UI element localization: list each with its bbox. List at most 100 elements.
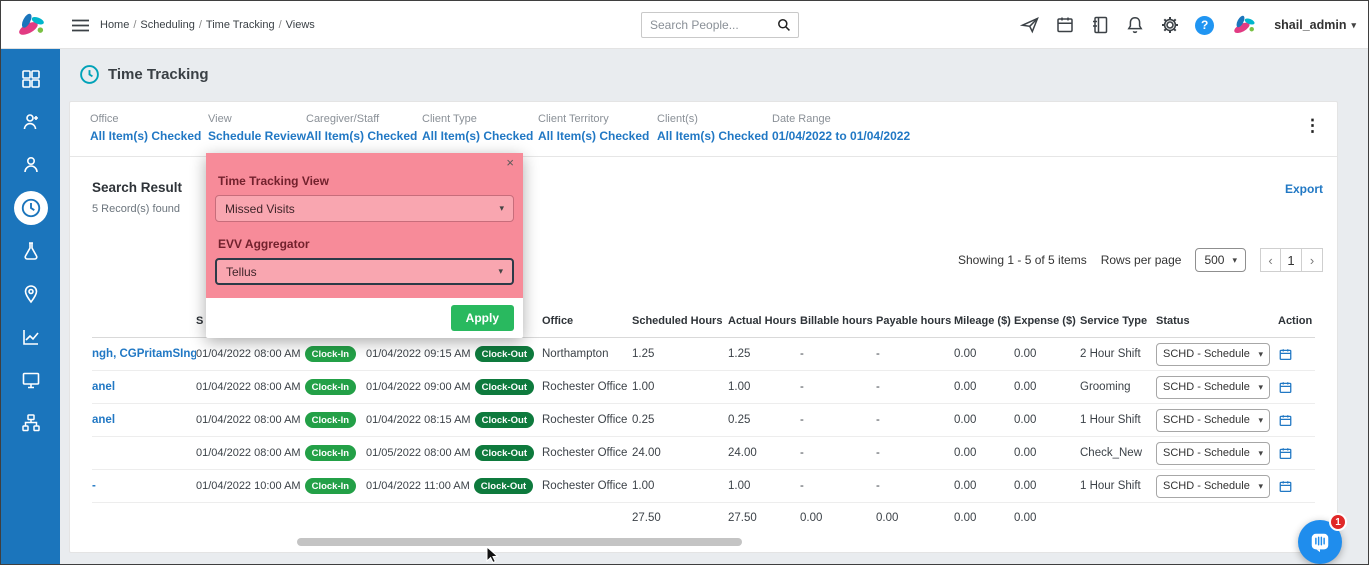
time-tracking-view-select[interactable]: Missed Visits ▾ (215, 195, 514, 222)
time-tracking-view-value: Missed Visits (225, 202, 295, 216)
chevron-down-icon: ▾ (1232, 255, 1237, 266)
schedule-time: 01/04/2022 08:00 AM (196, 414, 301, 426)
calendar-action-button[interactable] (1278, 479, 1309, 494)
actual-time: 01/04/2022 09:15 AM (366, 348, 471, 360)
page-number-button[interactable]: 1 (1281, 248, 1302, 272)
status-select[interactable]: SCHD - Schedule▾ (1156, 475, 1270, 498)
send-button[interactable] (1020, 15, 1040, 35)
filter-date-range[interactable]: Date Range01/04/2022 to 01/04/2022 (772, 113, 910, 143)
search-input[interactable] (642, 18, 770, 32)
caregiver-link[interactable]: anel (92, 414, 196, 426)
menu-icon[interactable] (72, 19, 89, 32)
filter-clients[interactable]: Client(s)All Item(s) Checked (657, 113, 768, 143)
evv-aggregator-value: Tellus (226, 265, 257, 279)
breadcrumb-home[interactable]: Home (100, 19, 129, 31)
header-expense: Expense ($) (1014, 315, 1080, 327)
sidebar-item-monitoring[interactable] (1, 358, 60, 401)
schedule-time: 01/04/2022 08:00 AM (196, 447, 301, 459)
header-status: Status (1156, 315, 1278, 327)
notifications-button[interactable] (1125, 15, 1145, 35)
bell-icon (1125, 15, 1145, 35)
time-tracking-table: S Office Scheduled Hours Actual Hours Bi… (92, 304, 1315, 533)
service-type-cell: Check_New (1080, 447, 1156, 459)
filter-client-type[interactable]: Client TypeAll Item(s) Checked (422, 113, 533, 143)
user-menu[interactable]: shail_admin ▾ (1274, 18, 1356, 32)
scheduled-hours-cell: 0.25 (632, 414, 728, 426)
breadcrumb-views[interactable]: Views (286, 19, 315, 31)
calendar-action-button[interactable] (1278, 413, 1309, 428)
caregiver-link[interactable]: ngh, CGPritamSIngh (92, 348, 196, 360)
sidebar-item-time-tracking[interactable] (1, 186, 60, 229)
time-tracking-icon (79, 64, 100, 85)
journal-button[interactable] (1090, 15, 1110, 35)
calendar-action-button[interactable] (1278, 347, 1309, 362)
pager: ‹ 1 › (1260, 248, 1323, 272)
caregiver-link[interactable]: anel (92, 381, 196, 393)
rows-per-page-select[interactable]: 500 ▾ (1195, 248, 1246, 272)
sidebar-item-analytics[interactable] (1, 315, 60, 358)
calendar-action-button[interactable] (1278, 446, 1309, 461)
calendar-action-button[interactable] (1278, 380, 1309, 395)
table-row: 01/04/2022 08:00 AMClock-In 01/05/2022 0… (92, 437, 1315, 470)
export-link[interactable]: Export (1285, 182, 1323, 196)
filter-office[interactable]: OfficeAll Item(s) Checked (90, 113, 201, 143)
filter-label: Client Territory (538, 113, 649, 125)
sidebar-item-integrations[interactable] (1, 401, 60, 444)
status-select[interactable]: SCHD - Schedule▾ (1156, 409, 1270, 432)
prev-page-button[interactable]: ‹ (1260, 248, 1281, 272)
expense-cell: 0.00 (1014, 381, 1080, 393)
clock-out-badge: Clock-Out (475, 412, 534, 428)
breadcrumb-scheduling[interactable]: Scheduling (140, 19, 194, 31)
total-mileage: 0.00 (954, 512, 1014, 524)
service-type-cell: 2 Hour Shift (1080, 348, 1156, 360)
evv-aggregator-label: EVV Aggregator (218, 237, 514, 251)
actual-time: 01/04/2022 09:00 AM (366, 381, 471, 393)
filter-client-territory[interactable]: Client TerritoryAll Item(s) Checked (538, 113, 649, 143)
breadcrumb-time-tracking[interactable]: Time Tracking (206, 19, 275, 31)
calendar-button[interactable] (1055, 15, 1075, 35)
sidebar-item-dashboard[interactable] (1, 57, 60, 100)
rows-per-page-value: 500 (1204, 253, 1224, 267)
rows-per-page-label: Rows per page (1101, 253, 1182, 267)
status-value: SCHD - Schedule (1163, 480, 1250, 492)
brand-logo-icon (1229, 11, 1259, 39)
paging-bar: Showing 1 - 5 of 5 items Rows per page 5… (958, 248, 1323, 272)
actual-hours-cell: 1.25 (728, 348, 800, 360)
status-select[interactable]: SCHD - Schedule▾ (1156, 376, 1270, 399)
filter-caregiver-staff[interactable]: Caregiver/StaffAll Item(s) Checked (306, 113, 417, 143)
kebab-menu-icon[interactable]: ⋮ (1304, 116, 1321, 136)
horizontal-scrollbar-thumb[interactable] (297, 538, 742, 546)
settings-button[interactable] (1160, 15, 1180, 35)
schedule-time: 01/04/2022 10:00 AM (196, 480, 301, 492)
help-button[interactable]: ? (1195, 16, 1214, 35)
sidebar-item-caregivers[interactable] (1, 100, 60, 143)
scheduled-hours-cell: 1.25 (632, 348, 728, 360)
close-icon[interactable]: × (506, 155, 514, 170)
next-page-button[interactable]: › (1302, 248, 1323, 272)
filter-bar: OfficeAll Item(s) Checked ViewSchedule R… (70, 102, 1337, 157)
clock-out-badge: Clock-Out (475, 379, 534, 395)
actual-hours-cell: 0.25 (728, 414, 800, 426)
filter-view[interactable]: ViewSchedule Review (208, 113, 306, 143)
sidebar-item-clients[interactable] (1, 143, 60, 186)
expense-cell: 0.00 (1014, 480, 1080, 492)
billable-hours-cell: - (800, 348, 876, 360)
sidebar-item-services[interactable] (1, 229, 60, 272)
app-logo[interactable] (1, 1, 60, 49)
header-action: Action (1278, 315, 1315, 327)
chevron-down-icon: ▾ (499, 203, 504, 214)
apply-button[interactable]: Apply (451, 305, 514, 331)
line-chart-icon (21, 327, 41, 347)
time-tracking-view-label: Time Tracking View (218, 174, 514, 188)
total-actual-hours: 27.50 (728, 512, 800, 524)
status-select[interactable]: SCHD - Schedule▾ (1156, 343, 1270, 366)
header-service-type: Service Type (1080, 315, 1156, 327)
caregiver-link[interactable]: - (92, 480, 196, 492)
office-cell: Northampton (542, 348, 632, 360)
evv-aggregator-select[interactable]: Tellus ▾ (215, 258, 514, 285)
search-button[interactable] (770, 13, 798, 37)
paper-plane-icon (1020, 15, 1040, 35)
status-select[interactable]: SCHD - Schedule▾ (1156, 442, 1270, 465)
sidebar-item-locations[interactable] (1, 272, 60, 315)
mileage-cell: 0.00 (954, 480, 1014, 492)
